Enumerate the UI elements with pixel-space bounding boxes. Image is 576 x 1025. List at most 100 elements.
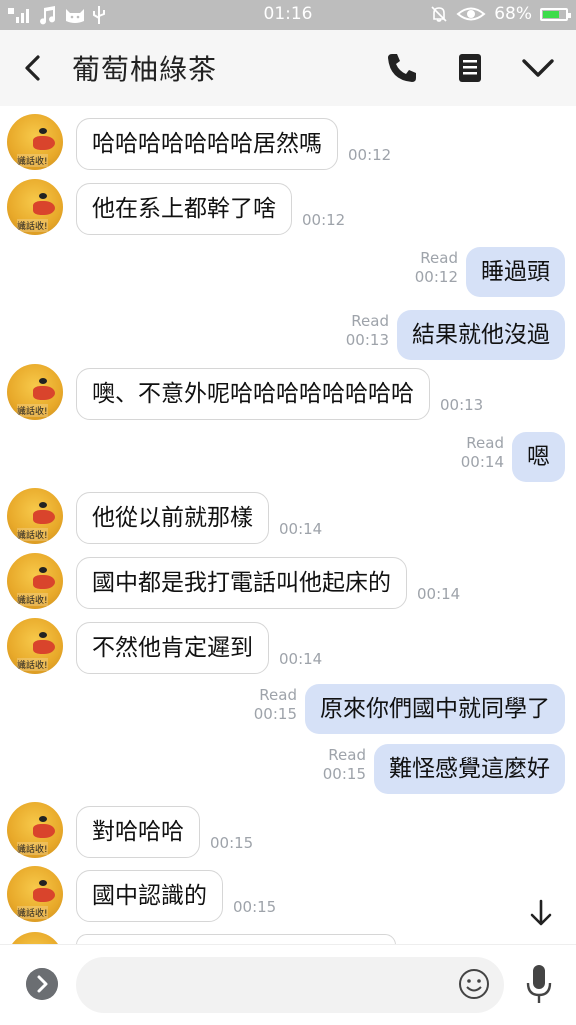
incoming-message: 識話收! 他在系上都幹了啥 00:12 <box>0 179 576 241</box>
avatar-label: 識話收! <box>17 154 48 167</box>
avatar-label: 識話收! <box>17 528 48 541</box>
message-time: 00:13 <box>440 396 484 414</box>
message-time: 00:14 <box>279 520 323 538</box>
avatar[interactable]: 識話收! <box>7 618 63 674</box>
avatar-eye <box>39 128 47 134</box>
avatar-label: 識話收! <box>17 593 48 606</box>
notes-icon[interactable] <box>452 50 488 86</box>
input-bar <box>0 944 576 1025</box>
arrow-down-icon[interactable] <box>520 892 562 934</box>
smiley-icon[interactable] <box>458 968 490 1000</box>
phone-icon[interactable] <box>384 50 420 86</box>
avatar-beak <box>33 888 55 902</box>
outgoing-message: 原來你們國中就同學了 Read 00:15 <box>0 680 576 742</box>
message-time: 00:15 <box>322 765 366 783</box>
avatar-label: 識話收! <box>17 842 48 855</box>
message-time: 00:14 <box>279 650 323 668</box>
avatar[interactable]: 識話收! <box>7 488 63 544</box>
avatar-beak <box>33 386 55 400</box>
message-bubble[interactable]: 睡過頭 <box>466 247 565 297</box>
chevron-left-icon[interactable] <box>18 52 50 84</box>
avatar[interactable]: 識話收! <box>7 179 63 235</box>
message-time: 00:13 <box>345 331 389 349</box>
message-bubble[interactable]: 他在系上都幹了啥 <box>76 183 292 235</box>
message-bubble[interactable]: 原來你們國中就同學了 <box>305 684 565 734</box>
message-meta: Read 00:12 <box>415 249 458 287</box>
message-list[interactable]: 識話收! 哈哈哈哈哈哈哈居然嗎 00:12 識話收! 他在系上都幹了啥 00:12 睡過頭 R… <box>0 106 576 944</box>
avatar-label: 識話收! <box>17 404 48 417</box>
message-time: 00:12 <box>302 211 346 229</box>
message-time: 00:15 <box>233 898 277 916</box>
chat-header: 葡萄柚綠茶 <box>0 30 576 106</box>
avatar[interactable]: 識話收! <box>7 802 63 858</box>
message-time: 00:12 <box>348 146 392 164</box>
battery-icon <box>540 7 571 21</box>
message-bubble[interactable]: 不然他肯定遲到 <box>76 622 269 674</box>
message-time: 00:15 <box>210 834 254 852</box>
avatar-beak <box>33 824 55 838</box>
avatar-beak <box>33 136 55 150</box>
read-receipt: Read <box>466 434 504 452</box>
message-bubble[interactable]: 國中認識的 <box>76 870 223 922</box>
incoming-message: 識話收! 哈哈哈哈哈哈哈居然嗎 00:12 <box>0 114 576 176</box>
avatar-eye <box>39 632 47 638</box>
status-right-icons: 68% <box>430 4 571 24</box>
outgoing-message: 嗯 Read 00:14 <box>0 428 576 490</box>
incoming-message: 識話收! 噢、不意外呢哈哈哈哈哈哈哈哈 00:13 <box>0 364 576 426</box>
avatar[interactable]: 識話收! <box>7 553 63 609</box>
message-time: 00:14 <box>417 585 461 603</box>
incoming-message: 識話收! 不然他肯定遲到 00:14 <box>0 618 576 680</box>
avatar[interactable]: 識話收! <box>7 114 63 170</box>
avatar-label: 識話收! <box>17 658 48 671</box>
message-bubble[interactable]: 難怪感覺這麼好 <box>374 744 565 794</box>
message-bubble <box>76 934 396 944</box>
battery-percent: 68% <box>494 4 532 24</box>
incoming-message: 識話收! 國中認識的 00:15 <box>0 866 576 928</box>
avatar-eye <box>39 378 47 384</box>
message-bubble[interactable]: 結果就他沒過 <box>397 310 565 360</box>
status-bar: 01:16 68% <box>0 0 576 30</box>
outgoing-message: 難怪感覺這麼好 Read 00:15 <box>0 740 576 802</box>
read-receipt: Read <box>351 312 389 330</box>
message-meta: Read 00:15 <box>323 746 366 784</box>
message-time: 00:12 <box>414 268 458 286</box>
message-bubble[interactable]: 哈哈哈哈哈哈哈居然嗎 <box>76 118 338 170</box>
chat-title: 葡萄柚綠茶 <box>72 53 218 86</box>
avatar-label: 識話收! <box>17 906 48 919</box>
message-bubble[interactable]: 嗯 <box>512 432 565 482</box>
message-meta: Read 00:14 <box>461 434 504 472</box>
avatar-eye <box>39 880 47 886</box>
avatar-beak <box>33 201 55 215</box>
outgoing-message: 結果就他沒過 Read 00:13 <box>0 306 576 368</box>
incoming-message: 識話收! 國中都是我打電話叫他起床的 00:14 <box>0 553 576 615</box>
message-time: 00:14 <box>460 453 504 471</box>
avatar-beak <box>33 640 55 654</box>
chevron-down-icon[interactable] <box>520 50 556 86</box>
message-bubble[interactable]: 他從以前就那樣 <box>76 492 269 544</box>
message-bubble[interactable]: 對哈哈哈 <box>76 806 200 858</box>
avatar-beak <box>33 575 55 589</box>
message-input[interactable] <box>76 957 504 1013</box>
read-receipt: Read <box>420 249 458 267</box>
incoming-message: 識話收! 他從以前就那樣 00:14 <box>0 488 576 550</box>
avatar[interactable]: 識話收! <box>7 364 63 420</box>
message-time: 00:15 <box>253 705 297 723</box>
message-meta: Read 00:13 <box>346 312 389 350</box>
incoming-message: 識話收! 對哈哈哈 00:15 <box>0 802 576 864</box>
message-bubble[interactable]: 國中都是我打電話叫他起床的 <box>76 557 407 609</box>
avatar[interactable]: 識話收! <box>7 866 63 922</box>
read-receipt: Read <box>259 686 297 704</box>
avatar-label: 識話收! <box>17 219 48 232</box>
avatar-eye <box>39 816 47 822</box>
avatar <box>7 932 63 944</box>
read-receipt: Read <box>328 746 366 764</box>
avatar-eye <box>39 567 47 573</box>
message-bubble[interactable]: 噢、不意外呢哈哈哈哈哈哈哈哈 <box>76 368 430 420</box>
chevron-right-icon[interactable] <box>26 968 58 1000</box>
microphone-icon[interactable] <box>524 963 554 1005</box>
avatar-eye <box>39 193 47 199</box>
eye-icon <box>456 7 486 21</box>
message-meta: Read 00:15 <box>254 686 297 724</box>
outgoing-message: 睡過頭 Read 00:12 <box>0 243 576 305</box>
partial-message <box>0 932 576 944</box>
